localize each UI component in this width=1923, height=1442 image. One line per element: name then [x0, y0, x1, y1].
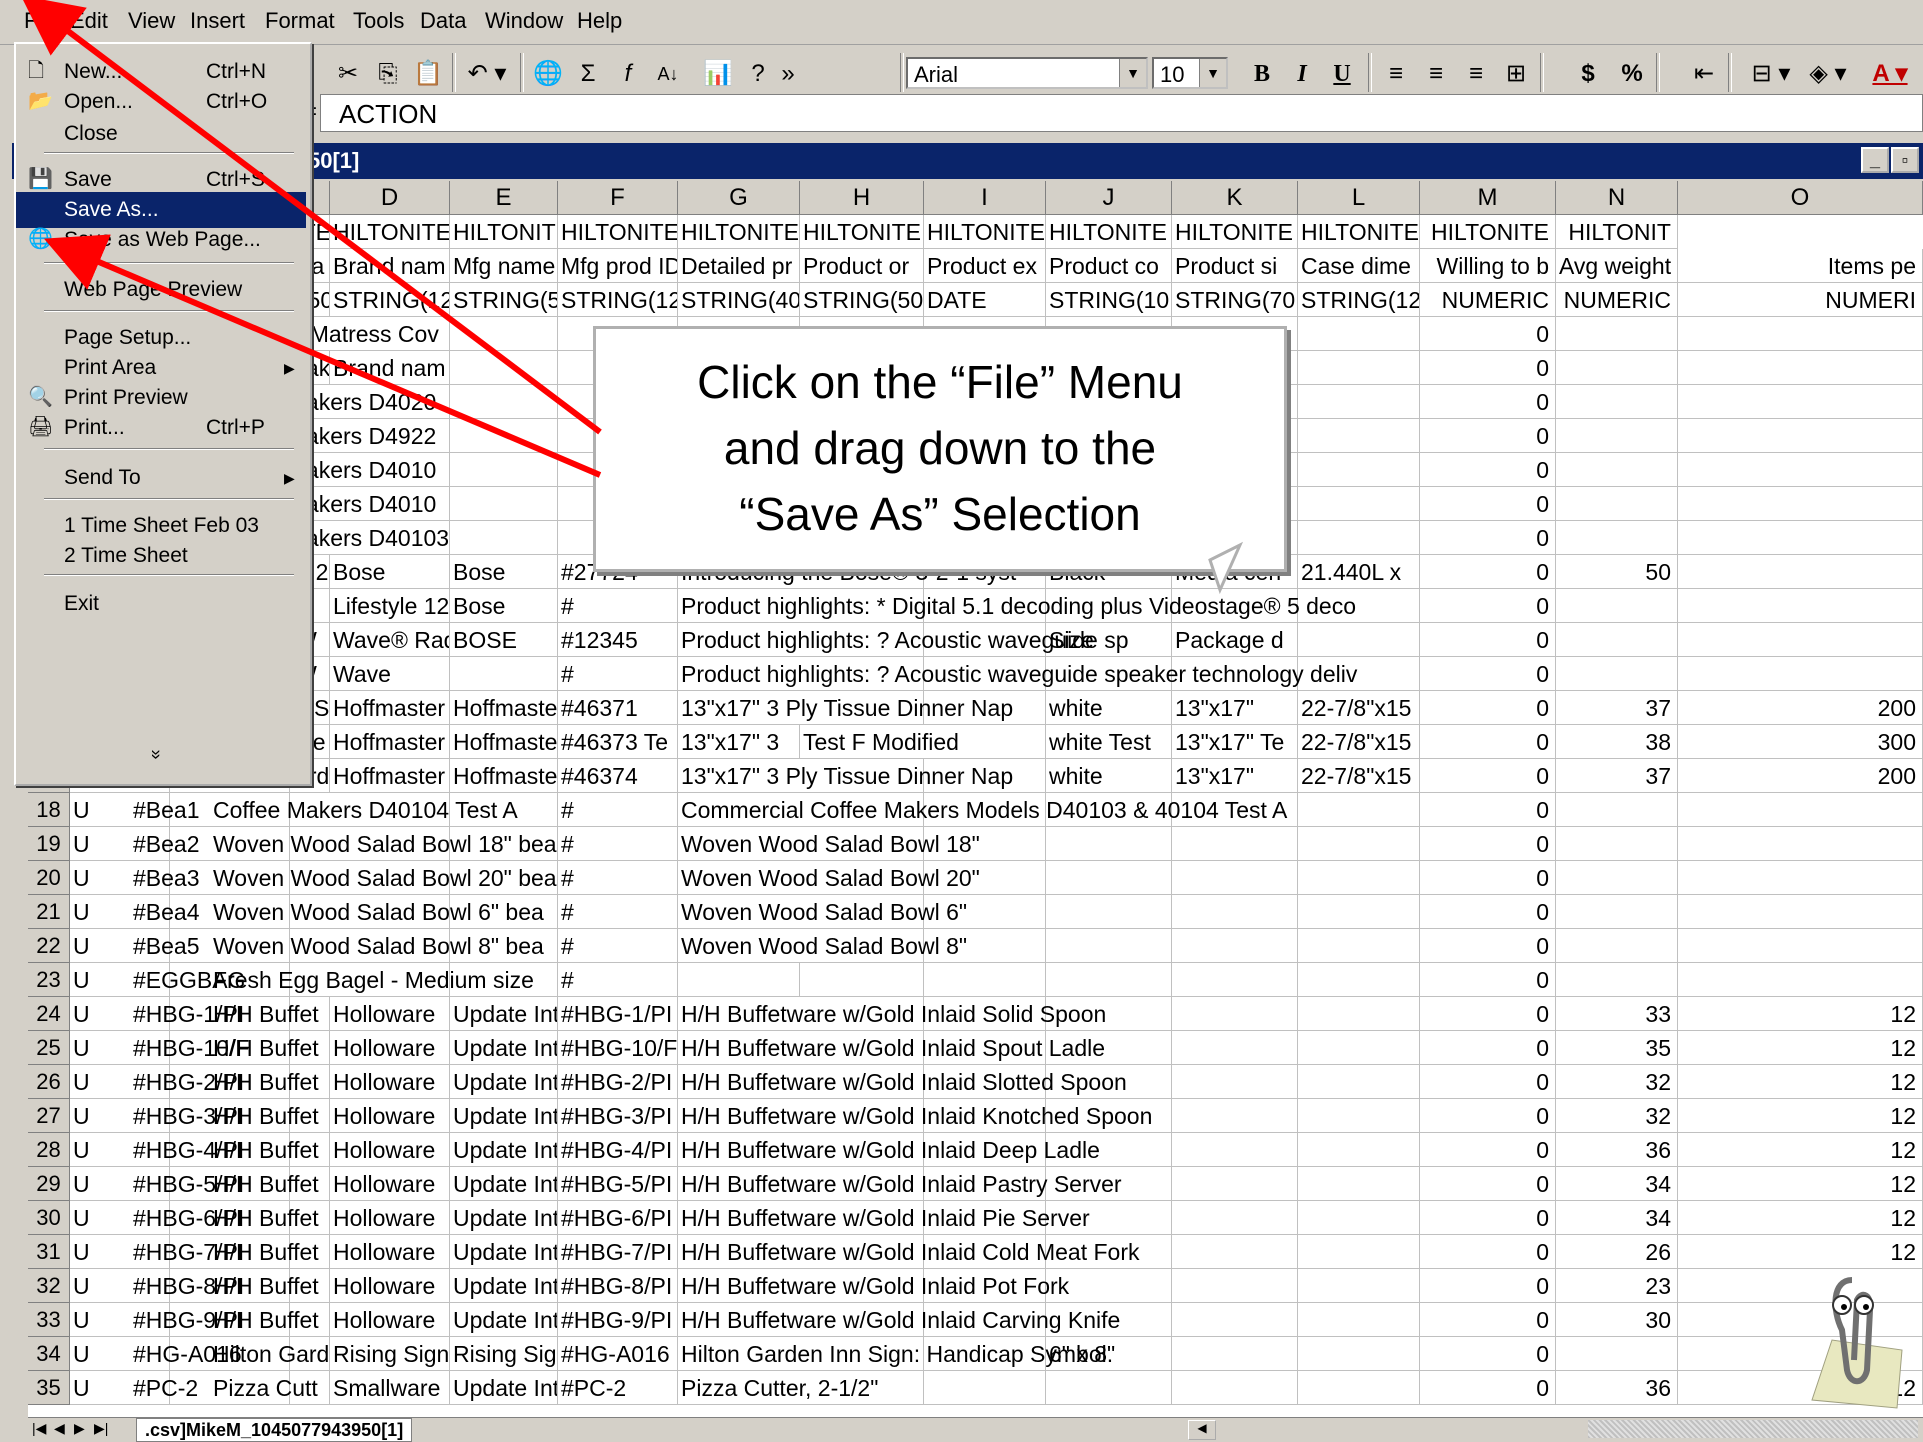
- arrow-to-file-menu: [20, 0, 602, 435]
- annotation-arrows: [20, 0, 602, 478]
- arrow-to-save-as: [43, 234, 602, 478]
